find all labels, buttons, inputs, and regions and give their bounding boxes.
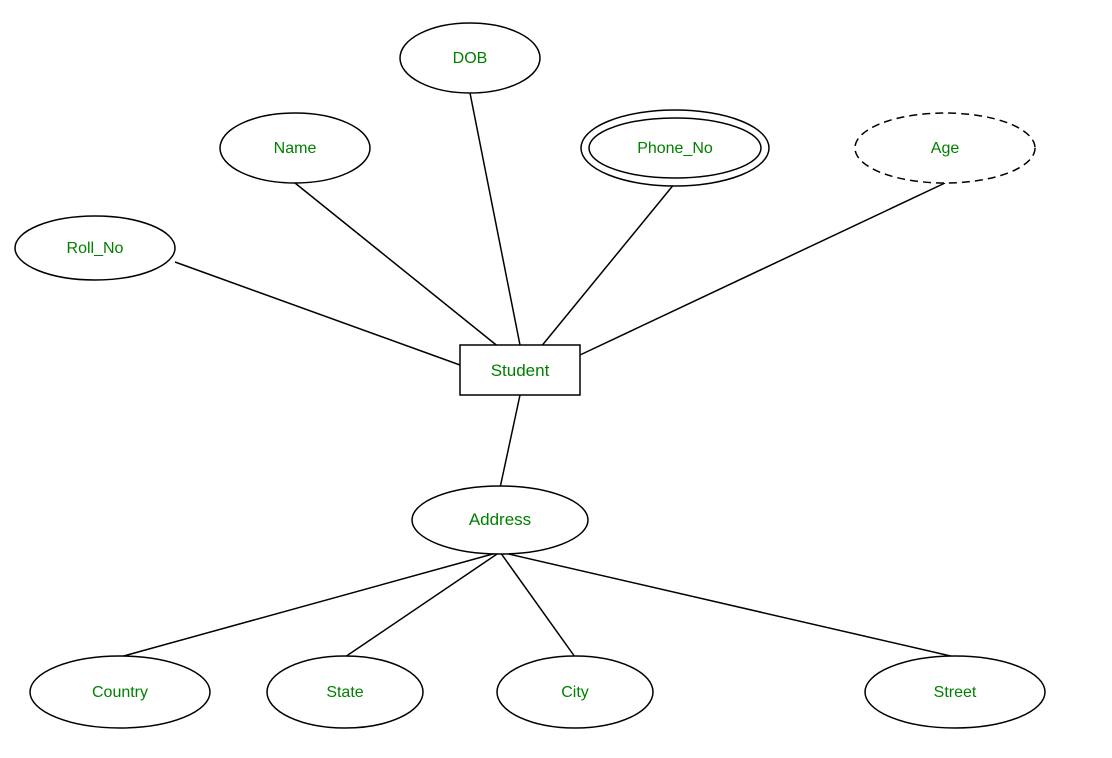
attr-age-label: Age — [931, 140, 960, 157]
line-address-country — [120, 552, 500, 657]
entity-student-label: Student — [491, 361, 550, 380]
attr-street-label: Street — [934, 684, 977, 701]
attr-country-label: Country — [92, 684, 148, 701]
line-student-rollno — [175, 262, 460, 365]
attr-city-label: City — [561, 684, 589, 701]
attr-state-label: State — [326, 684, 363, 701]
er-diagram: Student DOB Name Phone_No Age Roll_No Ad… — [0, 0, 1112, 753]
line-student-address — [500, 395, 520, 488]
attr-name-label: Name — [274, 140, 317, 157]
line-student-age — [580, 183, 945, 355]
attr-phone-label: Phone_No — [637, 140, 713, 157]
line-student-phone — [540, 183, 675, 348]
line-address-state — [345, 552, 500, 657]
line-address-street — [500, 552, 955, 657]
line-address-city — [500, 552, 575, 657]
line-student-name — [295, 183, 500, 348]
line-student-dob — [470, 93, 520, 345]
attr-rollno-label: Roll_No — [67, 240, 124, 257]
entity-address-label: Address — [469, 510, 531, 529]
attr-dob-label: DOB — [453, 50, 488, 67]
